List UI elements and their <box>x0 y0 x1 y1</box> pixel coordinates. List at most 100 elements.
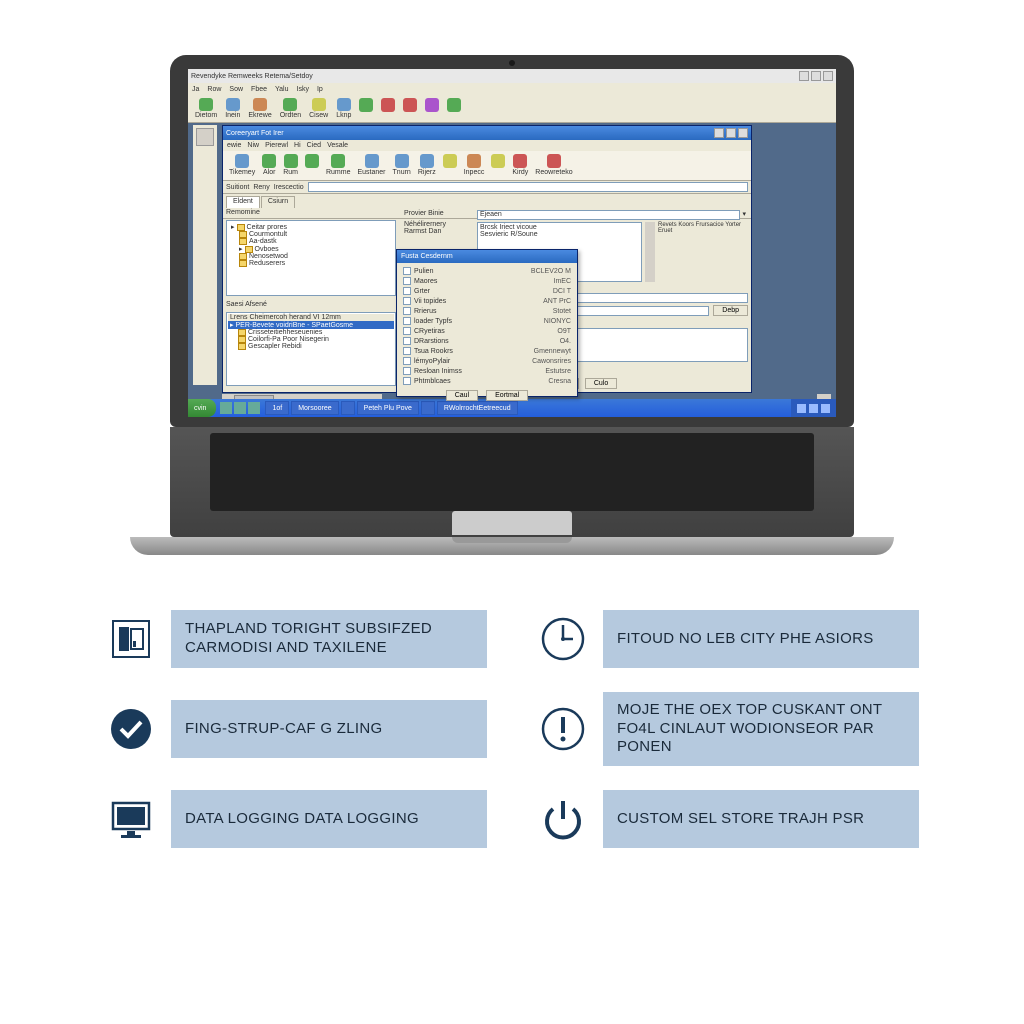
toolbar-button[interactable]: Alor <box>259 153 279 178</box>
tree-view-1[interactable]: ▸Ceitar prores Courmontult Aa-dastk ▸Ovb… <box>226 220 396 296</box>
door-icon <box>105 613 157 665</box>
tree-node[interactable]: Courmontult <box>249 231 287 238</box>
toolbar-button[interactable]: Ordten <box>277 97 304 120</box>
start-button[interactable]: cvin <box>188 399 216 417</box>
dialog-row[interactable]: Tsua RookrsGmennewyt <box>403 346 571 356</box>
toolbar-button[interactable] <box>356 97 376 120</box>
toolbar-button[interactable]: Inpecc <box>461 153 488 178</box>
dialog-row[interactable]: PulienBCLEV2O M <box>403 266 571 276</box>
dialog-row[interactable]: lémyoPylairCawonsrires <box>403 356 571 366</box>
tab[interactable]: Csiurn <box>261 196 295 208</box>
menu-item[interactable]: Vesale <box>327 142 348 149</box>
tree-view-2[interactable]: Lrens Cheimercoh herand VI 12mm ▸PER-Bev… <box>226 312 396 386</box>
close-button[interactable] <box>823 71 833 81</box>
list-item[interactable]: Sesvieric R/Soune <box>480 231 639 238</box>
combo-field[interactable]: Ejeaen <box>477 210 740 220</box>
ok-button[interactable]: Eortmal <box>486 390 528 401</box>
menu-item[interactable]: Fbee <box>251 86 267 93</box>
tree-node[interactable]: Coilorfi-Pa Poor Nisegerin <box>248 336 329 343</box>
address-input[interactable] <box>308 182 748 192</box>
tree-node[interactable]: PER-Bevete voidriBne - SPaetGosme <box>236 322 354 329</box>
toolbar-button[interactable]: Reowreteko <box>532 153 575 178</box>
menu-item[interactable]: Pierewl <box>265 142 288 149</box>
toolbar-button[interactable]: Rijerz <box>415 153 439 178</box>
menu-item[interactable]: ewie <box>227 142 241 149</box>
menu-item[interactable]: Sow <box>229 86 243 93</box>
taskbar-item[interactable]: 1of <box>265 401 289 415</box>
sidebar-button[interactable] <box>196 128 214 146</box>
outer-window: Revendyke Remweeks Retema/Setdoy Ja Row … <box>188 69 836 417</box>
mdi-minimize[interactable] <box>714 128 724 138</box>
menu-item[interactable]: Ja <box>192 86 199 93</box>
mdi-close[interactable] <box>738 128 748 138</box>
dialog-row[interactable]: Vii topidesANT PrC <box>403 296 571 306</box>
taskbar-item[interactable] <box>341 401 355 415</box>
menu-item[interactable]: Cied <box>307 142 321 149</box>
toolbar-button[interactable]: Ekrewe <box>245 97 274 120</box>
toolbar-button[interactable]: Cisew <box>306 97 331 120</box>
camera <box>509 60 515 66</box>
tray-icon[interactable] <box>821 404 830 413</box>
toolbar-button[interactable] <box>422 97 442 120</box>
minimize-button[interactable] <box>799 71 809 81</box>
menu-item[interactable]: Row <box>207 86 221 93</box>
dialog-row[interactable]: CRyetirasO9T <box>403 326 571 336</box>
toolbar-button[interactable] <box>488 153 508 178</box>
toolbar-button[interactable]: Tnurn <box>390 153 414 178</box>
tree-node[interactable]: Nenosetwod <box>249 253 288 260</box>
ql-icon[interactable] <box>248 402 260 414</box>
button[interactable]: Culo <box>585 378 617 389</box>
feature-text: CUSTOM SEL STORE TRAJH PSR <box>617 810 864 829</box>
tree-node[interactable]: Gescapler Rebidi <box>248 343 302 350</box>
toolbar-button[interactable]: Kirdy <box>509 153 531 178</box>
dialog-row[interactable]: GrterDCI T <box>403 286 571 296</box>
menu-item[interactable]: Niw <box>247 142 259 149</box>
features-grid: THAPLAND TORIGHT SUBSIFZED CARMODISI AND… <box>105 610 919 848</box>
scrollbar[interactable] <box>645 222 655 282</box>
dialog-row[interactable]: loader TypfsNIONYC <box>403 316 571 326</box>
toolbar-button[interactable] <box>400 97 420 120</box>
ql-icon[interactable] <box>220 402 232 414</box>
dialog-row[interactable]: MaoresImEC <box>403 276 571 286</box>
toolbar-button[interactable]: Dietom <box>192 97 220 120</box>
cancel-button[interactable]: Caul <box>446 390 478 401</box>
toolbar-button[interactable]: Rumme <box>323 153 354 178</box>
button[interactable]: Debp <box>713 305 748 316</box>
dialog-row[interactable]: PhtmblcaesCresna <box>403 376 571 386</box>
taskbar-item[interactable]: Morsooree <box>291 401 338 415</box>
tab[interactable]: Eldent <box>226 196 260 208</box>
toolbar-button[interactable]: Rum <box>280 153 301 178</box>
tray-icon[interactable] <box>809 404 818 413</box>
toolbar-button[interactable] <box>378 97 398 120</box>
menu-item[interactable]: Hi <box>294 142 301 149</box>
tree-node[interactable]: Aa-dastk <box>249 238 277 245</box>
window-controls <box>799 71 833 81</box>
dialog-row[interactable]: RrierusStotet <box>403 306 571 316</box>
toolbar-button[interactable]: Tikemey <box>226 153 258 178</box>
toolbar-button[interactable] <box>440 153 460 178</box>
mdi-titlebar: Coreeryart Fot Irer <box>223 126 751 140</box>
dropdown-icon[interactable]: ▾ <box>742 210 746 220</box>
menu-item[interactable]: Yalu <box>275 86 289 93</box>
toolbar-button[interactable]: Eustaner <box>355 153 389 178</box>
tree-titlebar: Lrens Cheimercoh herand VI 12mm <box>230 314 341 321</box>
tree-node[interactable]: Reduserers <box>249 260 285 267</box>
dialog-row[interactable]: DRarstionsO4. <box>403 336 571 346</box>
toolbar-button[interactable]: Inein <box>222 97 243 120</box>
tree-node[interactable]: Ovboes <box>255 246 279 253</box>
menu-item[interactable]: Ip <box>317 86 323 93</box>
toolbar-button[interactable] <box>302 153 322 178</box>
maximize-button[interactable] <box>811 71 821 81</box>
tray-icon[interactable] <box>797 404 806 413</box>
feature-item: FING-STRUP-CAF G ZLING <box>105 692 487 766</box>
toolbar-button[interactable]: Lknp <box>333 97 354 120</box>
mdi-maximize[interactable] <box>726 128 736 138</box>
ql-icon[interactable] <box>234 402 246 414</box>
dialog-row[interactable]: Resloan InimssEstutsre <box>403 366 571 376</box>
tree-node[interactable]: Ceitar prores <box>247 224 287 231</box>
menu-item[interactable]: Isky <box>297 86 309 93</box>
list-item[interactable]: Brcsk Iriect vicoue <box>480 224 639 231</box>
tree-node[interactable]: Crisseteitiehheseuenies <box>248 329 322 336</box>
toolbar-button[interactable] <box>444 97 464 120</box>
screen: Revendyke Remweeks Retema/Setdoy Ja Row … <box>188 69 836 417</box>
